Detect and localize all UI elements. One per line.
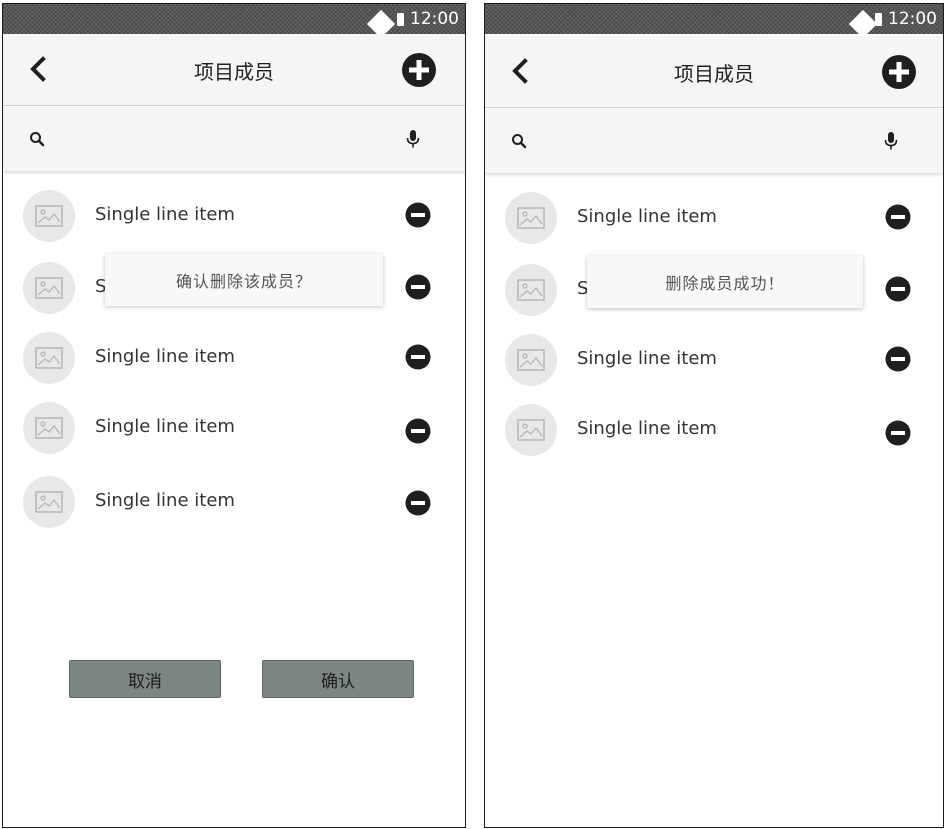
list-item-label: Single line item <box>95 346 235 367</box>
list-item[interactable]: Single line item <box>485 330 943 390</box>
image-placeholder-icon <box>517 349 545 371</box>
page-title: 项目成员 <box>194 60 274 84</box>
list-item-label: Single line item <box>95 490 235 511</box>
minus-circle-icon[interactable] <box>885 276 911 302</box>
avatar <box>505 264 557 316</box>
search-bar <box>3 107 465 171</box>
app-bar: 项目成员 <box>485 36 943 108</box>
minus-circle-icon[interactable] <box>405 274 431 300</box>
minus-circle-icon[interactable] <box>405 418 431 444</box>
avatar <box>23 402 75 454</box>
image-placeholder-icon <box>35 417 63 439</box>
minus-circle-icon[interactable] <box>405 202 431 228</box>
minus-circle-icon[interactable] <box>885 204 911 230</box>
image-placeholder-icon <box>35 491 63 513</box>
minus-circle-icon[interactable] <box>885 420 911 446</box>
search-input[interactable] <box>59 123 395 155</box>
status-clock: 12:00 <box>410 9 459 29</box>
list-item[interactable]: Single line item <box>3 186 465 246</box>
microphone-icon[interactable] <box>883 131 899 151</box>
list-item-label: Single line item <box>577 418 717 439</box>
phone-screen-delete-success: 12:00 项目成员 Single line item S Single lin… <box>484 3 944 828</box>
image-placeholder-icon <box>517 207 545 229</box>
dialog-message: 确认删除该成员？ <box>175 272 312 291</box>
plus-circle-icon[interactable] <box>401 52 437 88</box>
minus-circle-icon[interactable] <box>405 344 431 370</box>
app-bar: 项目成员 <box>3 34 465 106</box>
cancel-button[interactable]: 取消 <box>69 660 221 698</box>
search-icon <box>30 132 45 147</box>
status-bar: 12:00 <box>3 4 465 39</box>
wifi-icon <box>848 9 878 39</box>
confirm-button[interactable]: 确认 <box>262 660 414 698</box>
toast-message: 删除成员成功！ <box>665 274 785 293</box>
list-item[interactable]: Single line item <box>485 400 943 460</box>
phone-screen-confirm-delete: 12:00 项目成员 Single line item S Single lin… <box>2 3 466 828</box>
list-item-label: Single line item <box>577 348 717 369</box>
search-bar <box>485 109 943 173</box>
image-placeholder-icon <box>35 277 63 299</box>
microphone-icon[interactable] <box>405 129 421 149</box>
battery-icon <box>397 12 404 26</box>
page-title: 项目成员 <box>674 62 754 86</box>
image-placeholder-icon <box>517 419 545 441</box>
avatar <box>23 262 75 314</box>
avatar <box>23 476 75 528</box>
avatar <box>505 404 557 456</box>
list-item[interactable]: Single line item <box>3 398 465 458</box>
image-placeholder-icon <box>517 279 545 301</box>
list-item-label: Single line item <box>95 204 235 225</box>
list-item-label: Single line item <box>577 206 717 227</box>
success-toast: 删除成员成功！ <box>587 256 863 308</box>
minus-circle-icon[interactable] <box>405 490 431 516</box>
avatar <box>23 190 75 242</box>
status-bar: 12:00 <box>485 4 943 39</box>
list-item[interactable]: Single line item <box>485 188 943 248</box>
confirm-delete-dialog: 确认删除该成员？ <box>105 254 383 306</box>
avatar <box>23 332 75 384</box>
search-input[interactable] <box>541 125 873 157</box>
image-placeholder-icon <box>35 205 63 227</box>
list-item[interactable]: Single line item <box>3 328 465 388</box>
avatar <box>505 334 557 386</box>
avatar <box>505 192 557 244</box>
status-clock: 12:00 <box>888 9 937 29</box>
search-icon <box>512 134 527 149</box>
plus-circle-icon[interactable] <box>881 54 917 90</box>
minus-circle-icon[interactable] <box>885 346 911 372</box>
list-item[interactable]: Single line item <box>3 472 465 532</box>
image-placeholder-icon <box>35 347 63 369</box>
battery-icon <box>875 12 882 26</box>
list-item-label: Single line item <box>95 416 235 437</box>
